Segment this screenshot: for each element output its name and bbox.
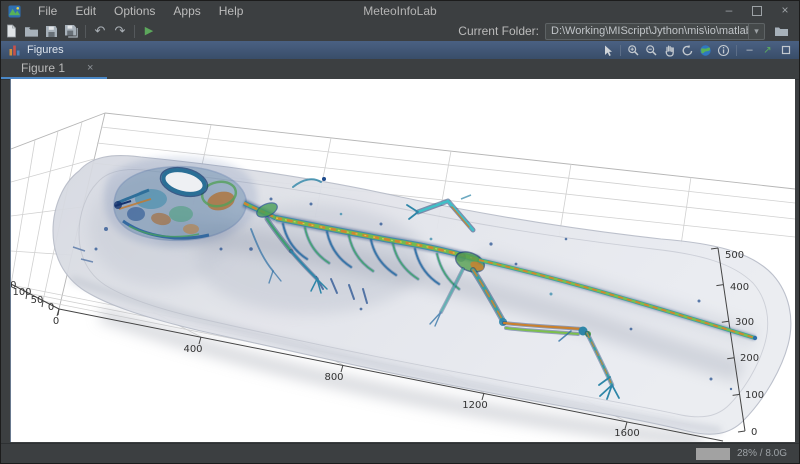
x-tick-label: 0 [53,316,59,327]
window-maximize-button[interactable] [743,1,771,21]
menu-edit[interactable]: Edit [66,1,105,21]
menu-apps[interactable]: Apps [164,1,209,21]
meteoinfolab-window: File Edit Options Apps Help MeteoInfoLab… [0,0,800,464]
current-folder-value: D:\Working\MIScript\Jython\mis\io\matlab [546,25,748,37]
redo-button[interactable]: ↷ [110,22,130,40]
zoom-in-button[interactable] [626,43,641,57]
y-tick-label: 0 [48,302,54,313]
open-folder-button[interactable] [21,22,41,40]
y-tick-label: 150 [11,280,17,291]
menu-bar: File Edit Options Apps Help [29,1,252,21]
figure-tab-bar: Figure 1 × [1,59,799,80]
zoom-out-icon [645,44,658,57]
browse-folder-button[interactable] [771,22,791,40]
full-extent-button[interactable] [698,43,713,57]
figures-panel-icon [9,44,21,56]
z-tick-label: 200 [740,353,759,364]
browse-folder-icon [774,25,789,37]
save-button[interactable] [41,22,61,40]
cursor-arrow-icon [602,44,614,57]
current-folder-label: Current Folder: [458,24,539,38]
plot-3d-volume: 500 400 300 200 100 0 [11,79,795,442]
figure-toolbar: – ↗ [600,43,799,57]
info-icon [717,44,730,57]
panel-restore-button[interactable] [778,43,793,57]
window-minimize-button[interactable]: – [715,1,743,21]
memory-usage-bar[interactable] [696,448,730,460]
app-logo-icon [8,5,21,18]
current-folder-group: Current Folder: D:\Working\MIScript\Jyth… [458,22,799,40]
toolbar-separator [85,25,86,38]
z-tick-label: 300 [735,317,754,328]
menu-file[interactable]: File [29,1,66,21]
panel-minimize-button[interactable]: – [742,43,757,57]
figure-toolbar-separator [620,45,621,56]
rotate-button[interactable] [680,43,695,57]
dropdown-arrow-icon[interactable]: ▾ [748,24,764,39]
main-toolbar: ↶ ↷ ▶ Current Folder: D:\Working\MIScrip… [1,21,799,42]
undo-button[interactable]: ↶ [90,22,110,40]
pan-hand-icon [663,44,676,57]
new-file-button[interactable] [1,22,21,40]
window-close-button[interactable]: × [771,1,799,21]
status-bar: 28% / 8.0G [1,443,799,463]
menu-options[interactable]: Options [105,1,164,21]
zoom-out-button[interactable] [644,43,659,57]
menu-help[interactable]: Help [210,1,253,21]
figure-toolbar-separator [736,45,737,56]
save-icon [45,25,58,38]
zoom-in-icon [627,44,640,57]
z-tick-label: 0 [751,427,757,438]
x-tick-label: 1600 [614,428,639,439]
save-all-button[interactable] [61,22,81,40]
identify-button[interactable] [716,43,731,57]
tab-close-icon[interactable]: × [87,63,93,74]
z-tick-label: 100 [745,390,764,401]
tab-figure-1[interactable]: Figure 1 × [1,59,107,79]
panel-float-button[interactable]: ↗ [760,43,775,57]
save-all-icon [64,24,78,38]
globe-icon [699,44,712,57]
open-folder-icon [24,25,39,38]
x-tick-label: 800 [324,372,343,383]
y-axis: 0 50 100 150 [11,280,59,315]
memory-usage-text: 28% / 8.0G [737,448,787,459]
figure-canvas[interactable]: 500 400 300 200 100 0 [10,79,795,442]
tab-label: Figure 1 [21,61,65,75]
y-tick-label: 50 [31,295,44,306]
figures-panel-header[interactable]: Figures [1,41,799,59]
run-script-button[interactable]: ▶ [139,22,159,40]
title-bar: File Edit Options Apps Help MeteoInfoLab… [1,1,799,21]
maximize-icon [752,6,762,16]
window-controls: – × [715,1,799,21]
new-file-icon [5,24,18,38]
rotate-icon [681,44,694,57]
current-folder-combobox[interactable]: D:\Working\MIScript\Jython\mis\io\matlab… [545,23,765,40]
x-tick-label: 1200 [462,400,487,411]
figures-panel-title: Figures [27,44,64,56]
toolbar-separator [134,25,135,38]
pan-button[interactable] [662,43,677,57]
z-tick-label: 400 [730,282,749,293]
restore-icon [781,45,791,55]
z-tick-label: 500 [725,250,744,261]
select-button[interactable] [600,43,615,57]
x-tick-label: 400 [183,344,202,355]
